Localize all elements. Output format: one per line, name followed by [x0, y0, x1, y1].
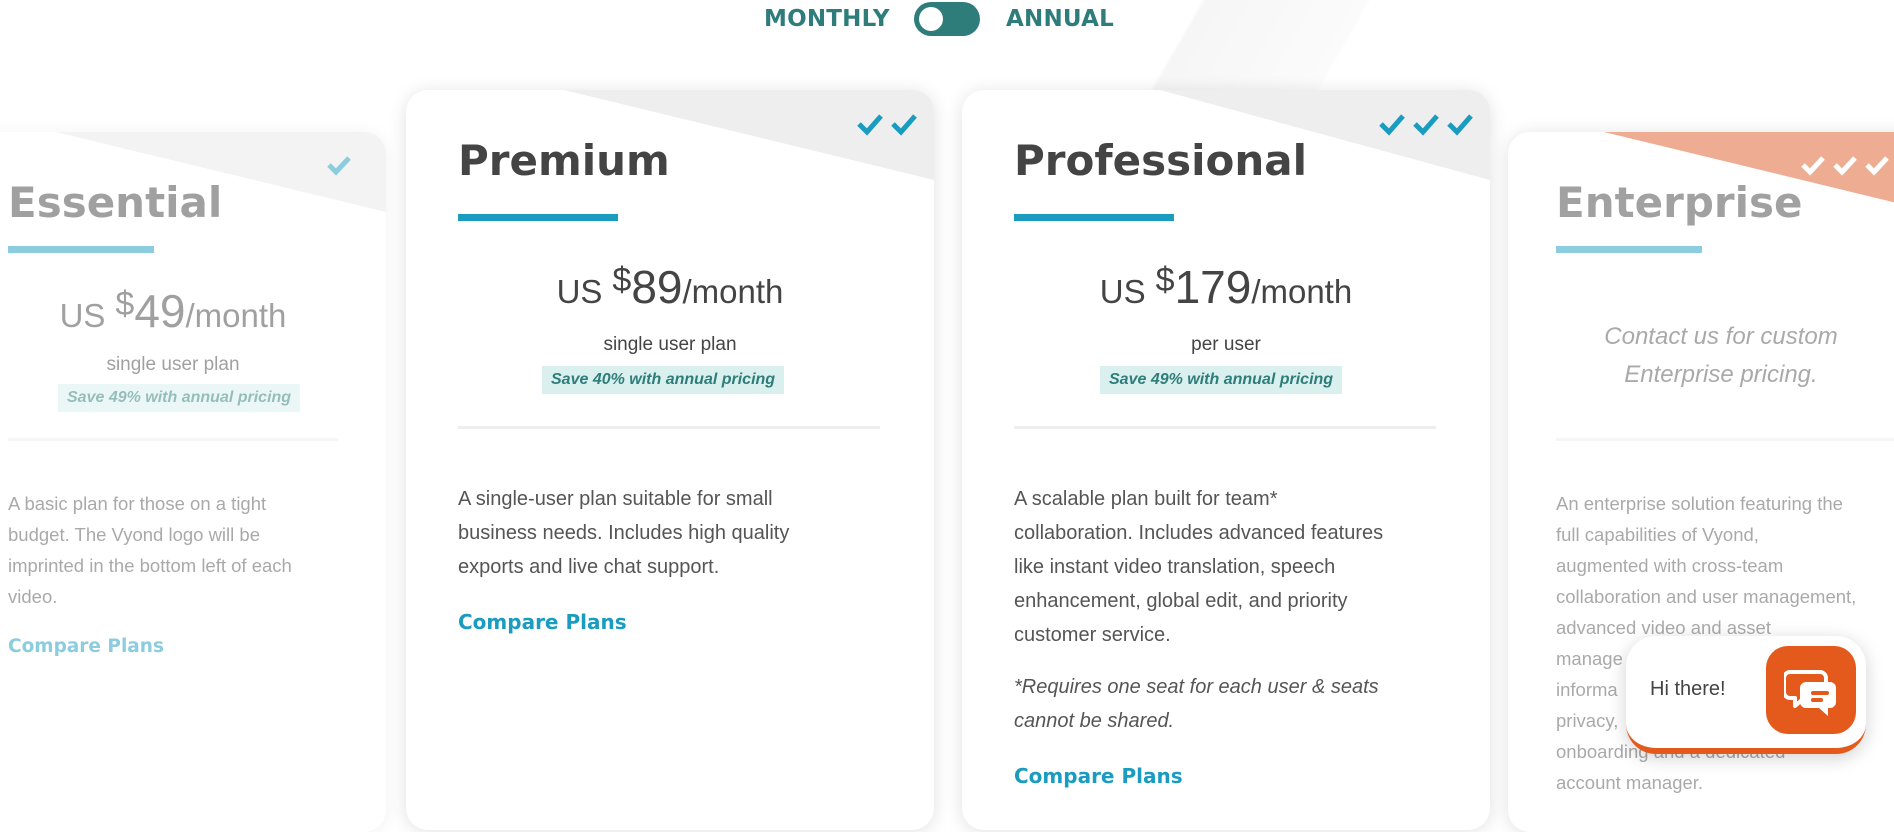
price-amount: 89 [631, 261, 683, 313]
check-icon [857, 114, 883, 136]
description-line: budget. The Vyond logo will be [8, 524, 260, 545]
price-currency: US [556, 273, 603, 310]
plan-subtitle: single user plan [106, 354, 240, 375]
billing-period-toggle: MONTHLY ANNUAL [0, 0, 1894, 40]
description-line: business needs. Includes high quality [458, 522, 790, 544]
check-icon [1801, 156, 1825, 176]
description-line: like instant video translation, speech [1014, 556, 1336, 578]
description-line: imprinted in the bottom left of each [8, 555, 292, 576]
card-divider [1014, 426, 1436, 429]
description-line: A scalable plan built for team* [1014, 488, 1278, 510]
note-line: cannot be shared. [1014, 710, 1175, 732]
price-currency: US [1099, 273, 1146, 310]
description-line: full capabilities of Vyond, [1556, 524, 1759, 545]
price-period: /month [1251, 273, 1353, 310]
plan-description: A basic plan for those on a tight budget… [8, 488, 292, 612]
check-icon [1379, 114, 1405, 136]
check-icon [327, 156, 351, 176]
card-divider [8, 438, 338, 441]
chat-icon [1784, 670, 1836, 716]
description-line: video. [8, 586, 58, 607]
note-line: *Requires one seat for each user & seats [1014, 676, 1379, 698]
plan-name-underline [1014, 214, 1174, 221]
price-amount: 49 [134, 285, 186, 337]
monthly-label[interactable]: MONTHLY [764, 6, 890, 32]
price-symbol: $ [612, 261, 632, 299]
plan-card-essential: Essential US $49/month single user plan S… [0, 132, 386, 832]
description-line: A single-user plan suitable for small [458, 488, 773, 510]
plan-subtitle: single user plan [603, 334, 737, 355]
plan-subtitle: per user [1191, 334, 1261, 355]
feature-tier-checks [856, 112, 918, 136]
seat-requirement-note: *Requires one seat for each user & seats… [1014, 670, 1379, 738]
feature-tier-checks [326, 154, 352, 176]
plan-description: A scalable plan built for team* collabor… [1014, 482, 1383, 652]
plan-price: US $49/month [0, 284, 386, 338]
annual-savings-badge: Save 49% with annual pricing [58, 384, 301, 412]
card-divider [458, 426, 880, 429]
price-period: /month [185, 297, 287, 334]
description-line: augmented with cross-team [1556, 555, 1784, 576]
check-icon [891, 114, 917, 136]
feature-tier-checks [1800, 154, 1890, 176]
plan-name: Premium [458, 136, 670, 185]
plan-name: Enterprise [1556, 178, 1803, 227]
price-period: /month [682, 273, 784, 310]
plan-price: US $89/month [406, 260, 934, 314]
plan-card-professional: Professional US $179/month per user Save … [962, 90, 1490, 830]
plan-price: US $179/month [962, 260, 1490, 314]
feature-tier-checks [1378, 112, 1474, 136]
plan-name: Professional [1014, 136, 1307, 185]
annual-savings-badge: Save 49% with annual pricing [1100, 366, 1343, 394]
contact-line: Contact us for custom [1604, 323, 1838, 350]
check-icon [1865, 156, 1889, 176]
plan-name-underline [8, 246, 154, 253]
description-line: collaboration. Includes advanced feature… [1014, 522, 1384, 544]
description-line: A basic plan for those on a tight [8, 493, 267, 514]
check-icon [1413, 114, 1439, 136]
description-line: An enterprise solution featuring the [1556, 493, 1843, 514]
chat-greeting-text: Hi there! [1650, 678, 1726, 700]
description-line: enhancement, global edit, and priority [1014, 590, 1348, 612]
plan-name: Essential [8, 178, 223, 227]
check-icon [1447, 114, 1473, 136]
plan-name-underline [458, 214, 618, 221]
compare-plans-link[interactable]: Compare Plans [458, 610, 627, 634]
description-line: exports and live chat support. [458, 556, 720, 578]
enterprise-contact-text: Contact us for custom Enterprise pricing… [1548, 318, 1894, 394]
contact-line: Enterprise pricing. [1624, 361, 1818, 388]
toggle-knob [919, 7, 943, 31]
price-currency: US [59, 297, 106, 334]
card-divider [1556, 438, 1894, 441]
price-symbol: $ [1155, 261, 1175, 299]
billing-toggle-switch[interactable] [914, 2, 980, 36]
compare-plans-link[interactable]: Compare Plans [1014, 764, 1183, 788]
check-icon [1833, 156, 1857, 176]
chat-launcher-button[interactable] [1766, 646, 1856, 734]
description-line: collaboration and user management, [1556, 586, 1857, 607]
annual-label[interactable]: ANNUAL [1006, 6, 1114, 32]
plan-name-underline [1556, 246, 1702, 253]
description-line: customer service. [1014, 624, 1171, 646]
annual-savings-badge: Save 40% with annual pricing [542, 366, 785, 394]
description-line: account manager. [1556, 772, 1704, 793]
plan-card-premium: Premium US $89/month single user plan Sav… [406, 90, 934, 830]
compare-plans-link[interactable]: Compare Plans [8, 636, 164, 657]
price-amount: 179 [1174, 261, 1252, 313]
plan-description: A single-user plan suitable for small bu… [458, 482, 789, 584]
price-symbol: $ [115, 285, 135, 323]
